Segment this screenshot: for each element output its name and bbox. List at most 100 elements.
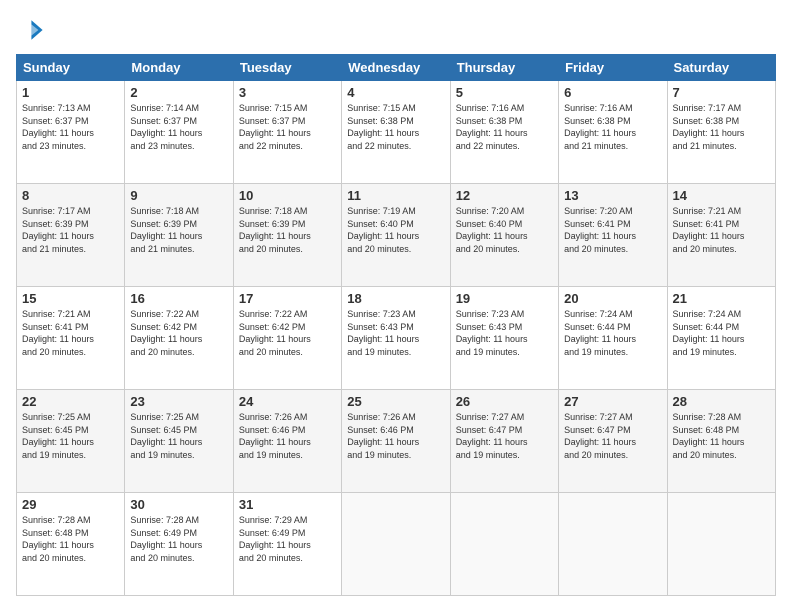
day-info: Sunrise: 7:23 AM Sunset: 6:43 PM Dayligh… <box>347 308 444 358</box>
weekday-header: Thursday <box>450 55 558 81</box>
weekday-header: Tuesday <box>233 55 341 81</box>
day-number: 17 <box>239 291 336 306</box>
calendar-body: 1Sunrise: 7:13 AM Sunset: 6:37 PM Daylig… <box>17 81 776 596</box>
day-info: Sunrise: 7:18 AM Sunset: 6:39 PM Dayligh… <box>239 205 336 255</box>
day-info: Sunrise: 7:20 AM Sunset: 6:40 PM Dayligh… <box>456 205 553 255</box>
weekday-header: Saturday <box>667 55 775 81</box>
calendar-cell: 1Sunrise: 7:13 AM Sunset: 6:37 PM Daylig… <box>17 81 125 184</box>
day-info: Sunrise: 7:26 AM Sunset: 6:46 PM Dayligh… <box>239 411 336 461</box>
calendar-week-row: 8 Sunrise: 7:17 AM Sunset: 6:39 PM Daylig… <box>17 184 776 287</box>
day-number: 2 <box>130 85 227 100</box>
calendar-cell: 26 Sunrise: 7:27 AM Sunset: 6:47 PM Dayli… <box>450 390 558 493</box>
day-info: Sunrise: 7:25 AM Sunset: 6:45 PM Dayligh… <box>22 411 119 461</box>
calendar-cell: 9Sunrise: 7:18 AM Sunset: 6:39 PM Daylig… <box>125 184 233 287</box>
day-info: Sunrise: 7:22 AM Sunset: 6:42 PM Dayligh… <box>130 308 227 358</box>
day-info: Sunrise: 7:16 AM Sunset: 6:38 PM Dayligh… <box>564 102 661 152</box>
calendar-cell <box>342 493 450 596</box>
calendar-cell: 12 Sunrise: 7:20 AM Sunset: 6:40 PM Dayli… <box>450 184 558 287</box>
calendar-cell: 11 Sunrise: 7:19 AM Sunset: 6:40 PM Dayli… <box>342 184 450 287</box>
day-number: 21 <box>673 291 770 306</box>
day-info: Sunrise: 7:22 AM Sunset: 6:42 PM Dayligh… <box>239 308 336 358</box>
calendar-cell: 30 Sunrise: 7:28 AM Sunset: 6:49 PM Dayli… <box>125 493 233 596</box>
calendar-cell: 22 Sunrise: 7:25 AM Sunset: 6:45 PM Dayli… <box>17 390 125 493</box>
calendar-cell: 5 Sunrise: 7:16 AM Sunset: 6:38 PM Daylig… <box>450 81 558 184</box>
weekday-header: Wednesday <box>342 55 450 81</box>
day-number: 26 <box>456 394 553 409</box>
day-info: Sunrise: 7:15 AM Sunset: 6:37 PM Dayligh… <box>239 102 336 152</box>
day-number: 18 <box>347 291 444 306</box>
day-number: 4 <box>347 85 444 100</box>
calendar-week-row: 1Sunrise: 7:13 AM Sunset: 6:37 PM Daylig… <box>17 81 776 184</box>
logo-icon <box>16 16 44 44</box>
calendar-header-row: SundayMondayTuesdayWednesdayThursdayFrid… <box>17 55 776 81</box>
calendar-cell: 17 Sunrise: 7:22 AM Sunset: 6:42 PM Dayli… <box>233 287 341 390</box>
day-number: 5 <box>456 85 553 100</box>
day-number: 30 <box>130 497 227 512</box>
day-number: 13 <box>564 188 661 203</box>
day-info: Sunrise: 7:26 AM Sunset: 6:46 PM Dayligh… <box>347 411 444 461</box>
calendar-cell: 16 Sunrise: 7:22 AM Sunset: 6:42 PM Dayli… <box>125 287 233 390</box>
calendar-table: SundayMondayTuesdayWednesdayThursdayFrid… <box>16 54 776 596</box>
calendar-cell <box>667 493 775 596</box>
logo <box>16 16 48 44</box>
weekday-header: Friday <box>559 55 667 81</box>
calendar-cell: 3 Sunrise: 7:15 AM Sunset: 6:37 PM Daylig… <box>233 81 341 184</box>
day-number: 3 <box>239 85 336 100</box>
day-info: Sunrise: 7:29 AM Sunset: 6:49 PM Dayligh… <box>239 514 336 564</box>
day-number: 20 <box>564 291 661 306</box>
day-number: 23 <box>130 394 227 409</box>
day-number: 6 <box>564 85 661 100</box>
day-number: 19 <box>456 291 553 306</box>
calendar-cell: 4 Sunrise: 7:15 AM Sunset: 6:38 PM Daylig… <box>342 81 450 184</box>
calendar-cell: 18 Sunrise: 7:23 AM Sunset: 6:43 PM Dayli… <box>342 287 450 390</box>
day-number: 1 <box>22 85 119 100</box>
calendar-week-row: 22 Sunrise: 7:25 AM Sunset: 6:45 PM Dayli… <box>17 390 776 493</box>
day-info: Sunrise: 7:17 AM Sunset: 6:39 PM Dayligh… <box>22 205 119 255</box>
calendar-cell: 28Sunrise: 7:28 AM Sunset: 6:48 PM Dayli… <box>667 390 775 493</box>
day-info: Sunrise: 7:24 AM Sunset: 6:44 PM Dayligh… <box>564 308 661 358</box>
calendar-cell: 31 Sunrise: 7:29 AM Sunset: 6:49 PM Dayli… <box>233 493 341 596</box>
day-info: Sunrise: 7:27 AM Sunset: 6:47 PM Dayligh… <box>564 411 661 461</box>
day-number: 16 <box>130 291 227 306</box>
day-number: 24 <box>239 394 336 409</box>
calendar-cell <box>559 493 667 596</box>
day-info: Sunrise: 7:20 AM Sunset: 6:41 PM Dayligh… <box>564 205 661 255</box>
day-number: 8 <box>22 188 119 203</box>
day-number: 25 <box>347 394 444 409</box>
day-info: Sunrise: 7:28 AM Sunset: 6:49 PM Dayligh… <box>130 514 227 564</box>
day-number: 22 <box>22 394 119 409</box>
day-number: 10 <box>239 188 336 203</box>
day-info: Sunrise: 7:15 AM Sunset: 6:38 PM Dayligh… <box>347 102 444 152</box>
day-number: 12 <box>456 188 553 203</box>
day-number: 31 <box>239 497 336 512</box>
calendar-cell: 27 Sunrise: 7:27 AM Sunset: 6:47 PM Dayli… <box>559 390 667 493</box>
calendar-cell: 21 Sunrise: 7:24 AM Sunset: 6:44 PM Dayli… <box>667 287 775 390</box>
calendar-cell: 7Sunrise: 7:17 AM Sunset: 6:38 PM Daylig… <box>667 81 775 184</box>
calendar-cell: 2 Sunrise: 7:14 AM Sunset: 6:37 PM Daylig… <box>125 81 233 184</box>
calendar-cell: 13 Sunrise: 7:20 AM Sunset: 6:41 PM Dayli… <box>559 184 667 287</box>
day-number: 15 <box>22 291 119 306</box>
day-info: Sunrise: 7:18 AM Sunset: 6:39 PM Dayligh… <box>130 205 227 255</box>
day-info: Sunrise: 7:21 AM Sunset: 6:41 PM Dayligh… <box>22 308 119 358</box>
calendar-cell <box>450 493 558 596</box>
calendar-cell: 15 Sunrise: 7:21 AM Sunset: 6:41 PM Dayli… <box>17 287 125 390</box>
day-number: 14 <box>673 188 770 203</box>
day-info: Sunrise: 7:27 AM Sunset: 6:47 PM Dayligh… <box>456 411 553 461</box>
page: SundayMondayTuesdayWednesdayThursdayFrid… <box>0 0 792 612</box>
calendar-cell: 19Sunrise: 7:23 AM Sunset: 6:43 PM Dayli… <box>450 287 558 390</box>
calendar-cell: 24 Sunrise: 7:26 AM Sunset: 6:46 PM Dayli… <box>233 390 341 493</box>
day-number: 27 <box>564 394 661 409</box>
day-info: Sunrise: 7:24 AM Sunset: 6:44 PM Dayligh… <box>673 308 770 358</box>
calendar-cell: 10 Sunrise: 7:18 AM Sunset: 6:39 PM Dayli… <box>233 184 341 287</box>
day-number: 11 <box>347 188 444 203</box>
day-info: Sunrise: 7:14 AM Sunset: 6:37 PM Dayligh… <box>130 102 227 152</box>
calendar-week-row: 29Sunrise: 7:28 AM Sunset: 6:48 PM Dayli… <box>17 493 776 596</box>
day-number: 28 <box>673 394 770 409</box>
day-info: Sunrise: 7:19 AM Sunset: 6:40 PM Dayligh… <box>347 205 444 255</box>
calendar-cell: 29Sunrise: 7:28 AM Sunset: 6:48 PM Dayli… <box>17 493 125 596</box>
calendar-cell: 6 Sunrise: 7:16 AM Sunset: 6:38 PM Daylig… <box>559 81 667 184</box>
day-info: Sunrise: 7:16 AM Sunset: 6:38 PM Dayligh… <box>456 102 553 152</box>
calendar-cell: 23Sunrise: 7:25 AM Sunset: 6:45 PM Dayli… <box>125 390 233 493</box>
calendar-cell: 20 Sunrise: 7:24 AM Sunset: 6:44 PM Dayli… <box>559 287 667 390</box>
calendar-cell: 25 Sunrise: 7:26 AM Sunset: 6:46 PM Dayli… <box>342 390 450 493</box>
